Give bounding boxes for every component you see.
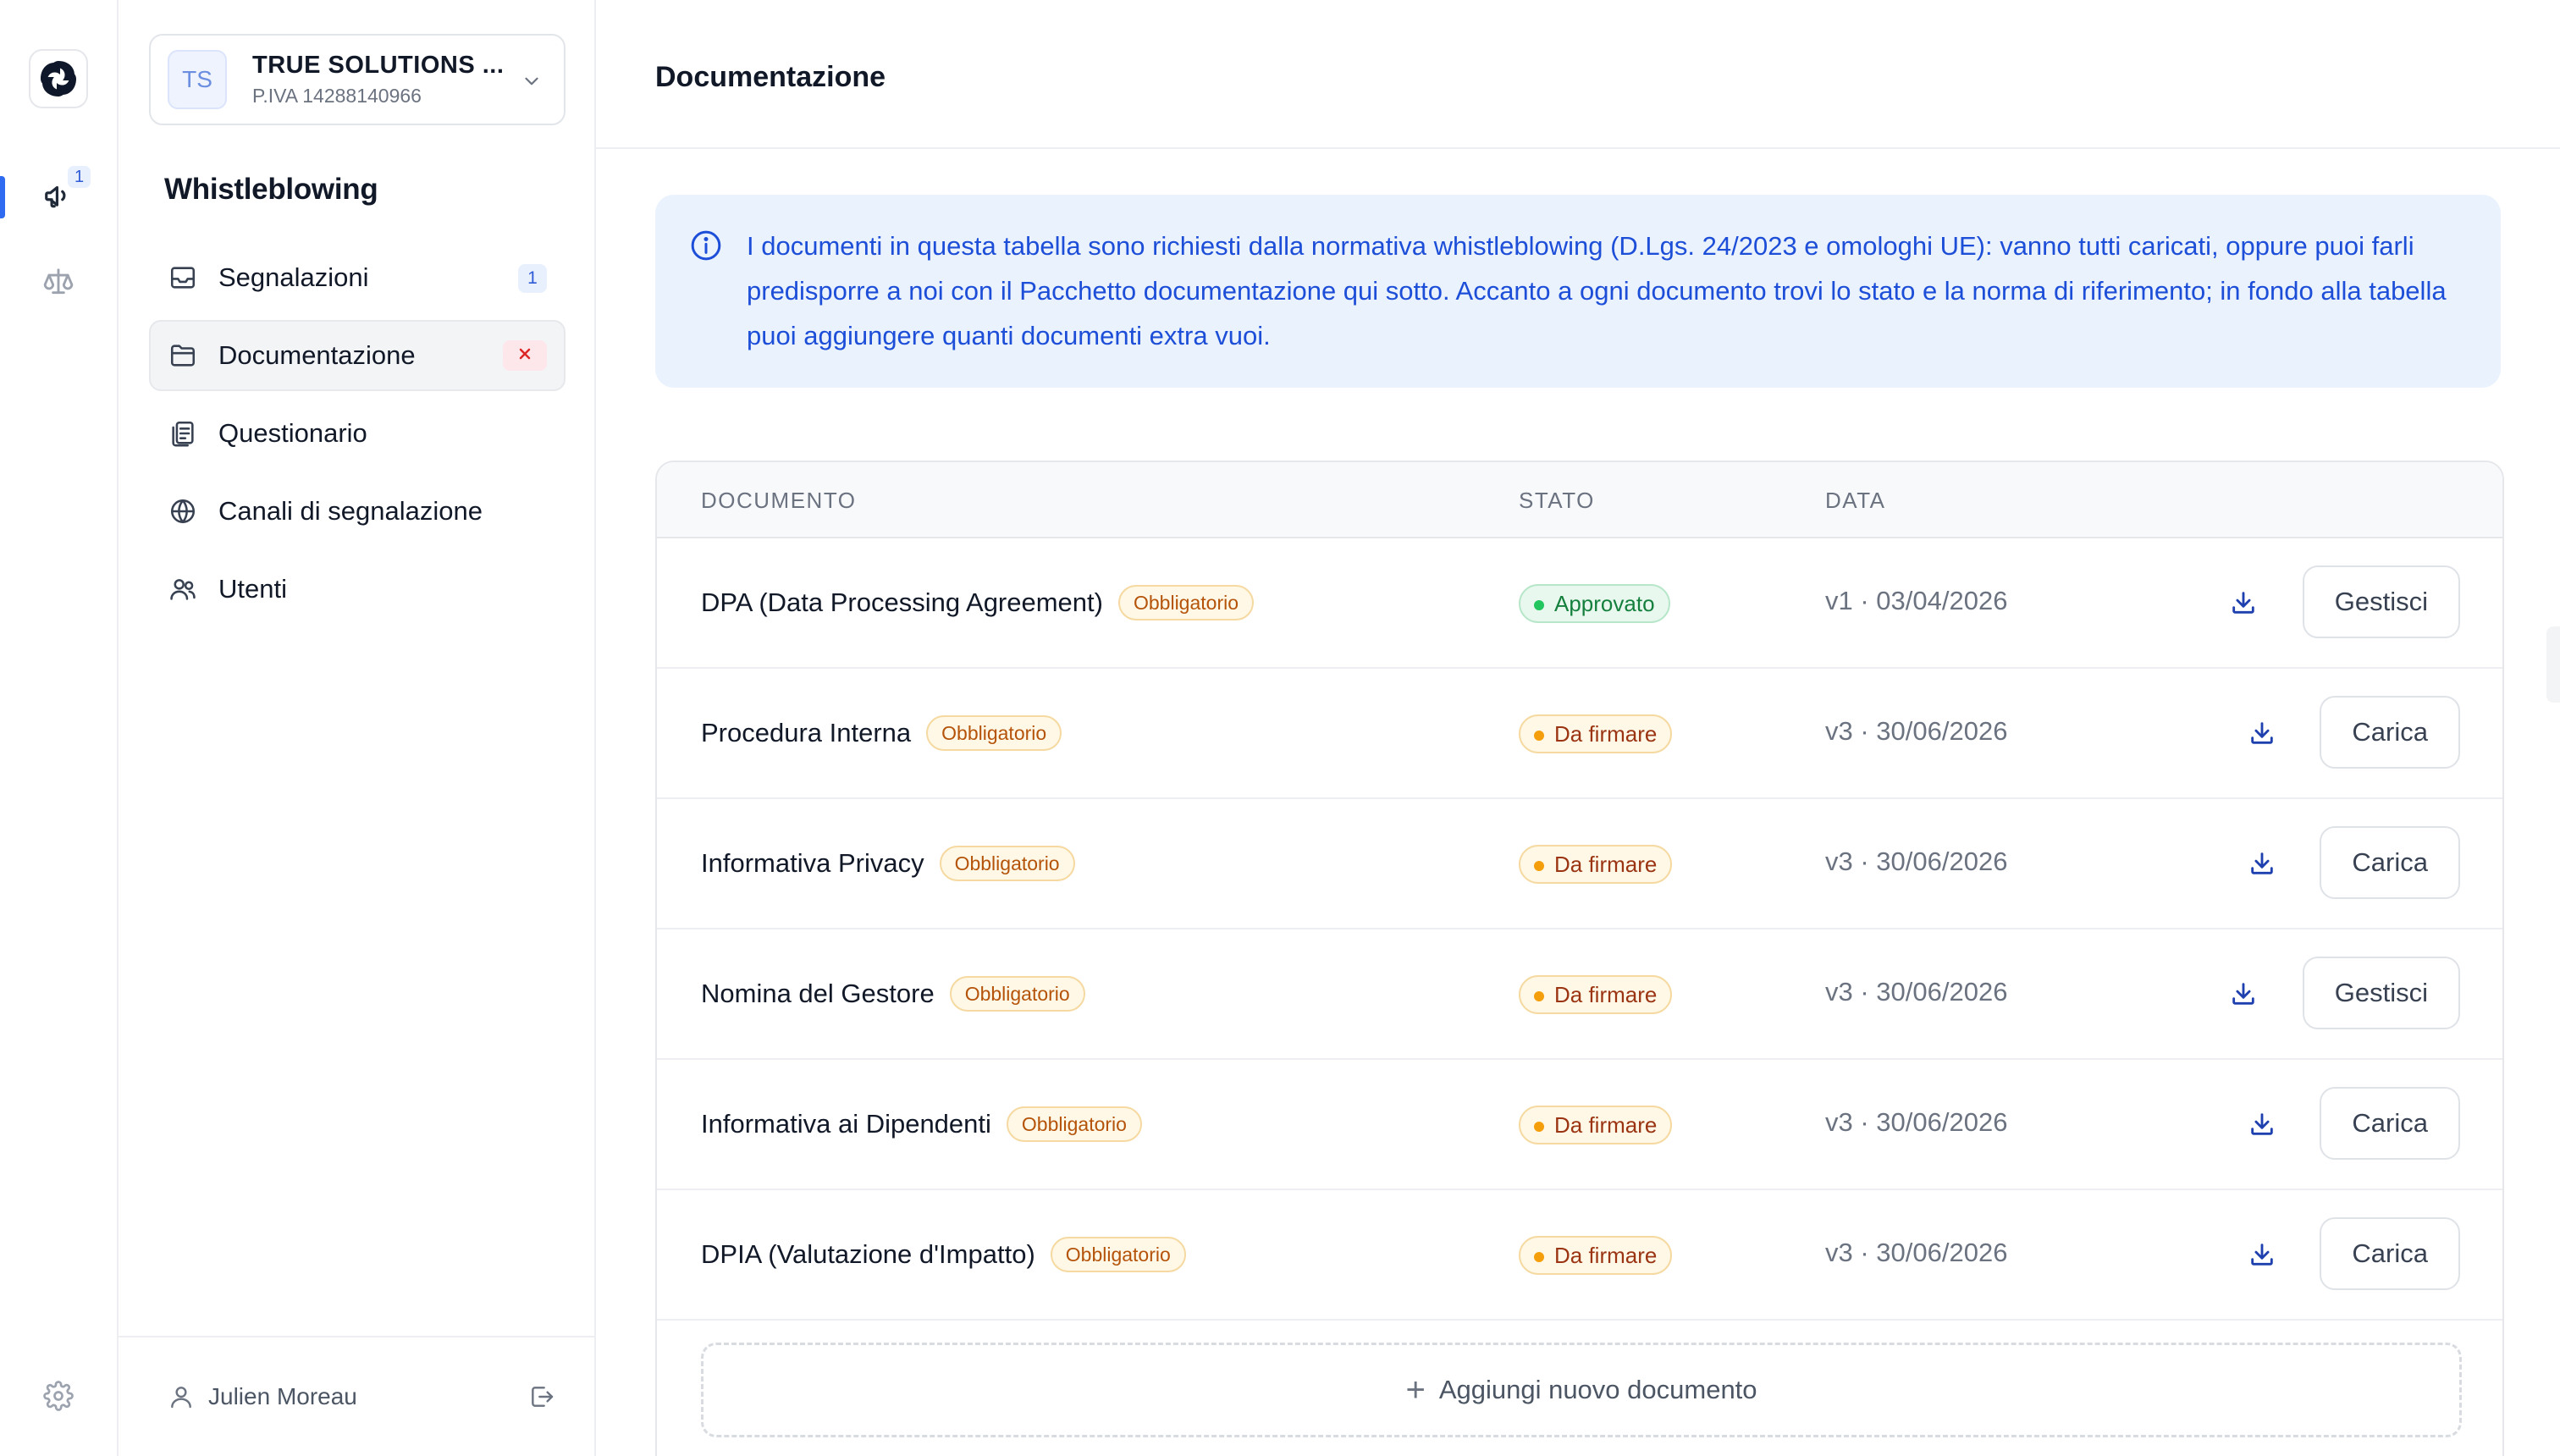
sidebar-item-label: Questionario	[218, 418, 367, 448]
sidebar-item-segnalazioni[interactable]: Segnalazioni 1	[149, 242, 566, 313]
info-text: I documenti in questa tabella sono richi…	[747, 231, 2447, 350]
notification-badge: 1	[66, 164, 93, 190]
icon-rail: 1	[0, 0, 119, 1456]
scrollbar[interactable]	[2546, 626, 2560, 703]
status-badge: Da firmare	[1519, 1106, 1673, 1144]
required-badge: Obbligatorio	[1117, 585, 1255, 620]
column-header-documento: DOCUMENTO	[701, 488, 857, 513]
user-name: Julien Moreau	[208, 1383, 357, 1409]
status-badge: Da firmare	[1519, 975, 1673, 1014]
users-icon	[168, 574, 198, 604]
table-row: Informativa ai Dipendenti Obbligatorio D…	[657, 1060, 2502, 1190]
page-title: Documentazione	[655, 61, 886, 93]
document-date: v3 · 30/06/2026	[1825, 1238, 2008, 1267]
clipboard-icon	[168, 418, 198, 449]
table-row: DPIA (Valutazione d'Impatto) Obbligatori…	[657, 1190, 2502, 1321]
upload-button[interactable]: Carica	[2320, 826, 2460, 899]
required-badge: Obbligatorio	[939, 846, 1075, 881]
column-header-data: DATA	[1825, 488, 1886, 513]
download-icon[interactable]	[2245, 1238, 2279, 1271]
scale-icon	[42, 266, 74, 302]
globe-icon	[168, 496, 198, 527]
download-icon[interactable]	[2245, 716, 2279, 750]
gear-icon[interactable]	[37, 1375, 80, 1417]
sidebar: TS TRUE SOLUTIONS ... P.IVA 14288140966 …	[119, 0, 596, 1456]
main-content: Documentazione I documenti in questa tab…	[596, 0, 2560, 1456]
download-icon[interactable]	[2245, 1107, 2279, 1141]
table-row: Informativa Privacy Obbligatorio Da firm…	[657, 799, 2502, 929]
add-document-label: Aggiungi nuovo documento	[1438, 1375, 1757, 1404]
upload-button[interactable]: Carica	[2320, 1217, 2460, 1290]
sidebar-item-documentazione[interactable]: Documentazione	[149, 320, 566, 391]
table-row: Procedura Interna Obbligatorio Da firmar…	[657, 669, 2502, 799]
document-name: Procedura Interna	[701, 718, 912, 747]
close-icon	[516, 345, 533, 367]
rail-item-whistleblowing[interactable]: 1	[0, 164, 93, 225]
document-name: Nomina del Gestore	[701, 979, 935, 1008]
sidebar-item-label: Canali di segnalazione	[218, 496, 483, 526]
document-name: Informativa Privacy	[701, 848, 924, 878]
documents-table: DOCUMENTO STATO DATA DPA (Data Processin…	[655, 461, 2504, 1456]
download-icon[interactable]	[2226, 977, 2260, 1011]
manage-button[interactable]: Gestisci	[2302, 957, 2460, 1029]
user-icon	[166, 1382, 196, 1412]
plus-icon: +	[1405, 1371, 1426, 1409]
sidebar-item-canali[interactable]: Canali di segnalazione	[149, 476, 566, 547]
count-badge: 1	[518, 264, 547, 293]
rail-item-compliance[interactable]	[30, 256, 86, 312]
organization-switcher[interactable]: TS TRUE SOLUTIONS ... P.IVA 14288140966	[149, 34, 566, 125]
required-badge: Obbligatorio	[1006, 1106, 1142, 1142]
status-badge: Da firmare	[1519, 845, 1673, 884]
org-name: TRUE SOLUTIONS ...	[252, 52, 505, 79]
sidebar-item-label: Segnalazioni	[218, 262, 369, 292]
sidebar-item-label: Documentazione	[218, 340, 416, 370]
document-date: v3 · 30/06/2026	[1825, 847, 2008, 876]
info-banner: I documenti in questa tabella sono richi…	[655, 195, 2501, 388]
status-badge: Approvato	[1519, 584, 1670, 623]
document-date: v3 · 30/06/2026	[1825, 1107, 2008, 1137]
chevron-down-icon	[518, 68, 545, 95]
required-badge: Obbligatorio	[1050, 1237, 1186, 1272]
document-name: DPIA (Valutazione d'Impatto)	[701, 1239, 1035, 1269]
user-footer: Julien Moreau	[119, 1336, 596, 1456]
org-avatar: TS	[168, 50, 227, 109]
required-badge: Obbligatorio	[926, 715, 1062, 751]
inbox-icon	[168, 262, 198, 293]
table-row: Nomina del Gestore Obbligatorio Da firma…	[657, 929, 2502, 1060]
document-name: DPA (Data Processing Agreement)	[701, 587, 1103, 617]
manage-button[interactable]: Gestisci	[2302, 565, 2460, 638]
status-badge: Da firmare	[1519, 714, 1673, 753]
document-date: v3 · 30/06/2026	[1825, 977, 2008, 1007]
sidebar-item-utenti[interactable]: Utenti	[149, 554, 566, 625]
sidebar-nav: Segnalazioni 1 Documentazione Questionar…	[149, 242, 566, 631]
required-badge: Obbligatorio	[949, 976, 1085, 1012]
folder-icon	[168, 340, 198, 371]
document-date: v1 · 03/04/2026	[1825, 586, 2008, 615]
error-badge	[503, 340, 547, 371]
upload-button[interactable]: Carica	[2320, 1087, 2460, 1160]
upload-button[interactable]: Carica	[2320, 696, 2460, 769]
download-icon[interactable]	[2226, 586, 2260, 620]
page-header: Documentazione	[596, 0, 2560, 149]
table-row: DPA (Data Processing Agreement) Obbligat…	[657, 538, 2502, 669]
document-name: Informativa ai Dipendenti	[701, 1109, 991, 1139]
org-vat-number: P.IVA 14288140966	[252, 85, 422, 107]
logo-icon[interactable]	[29, 49, 88, 108]
add-document-button[interactable]: + Aggiungi nuovo documento	[701, 1343, 2462, 1437]
sidebar-item-label: Utenti	[218, 574, 287, 604]
table-header: DOCUMENTO STATO DATA	[657, 462, 2502, 538]
document-date: v3 · 30/06/2026	[1825, 716, 2008, 746]
sidebar-item-questionario[interactable]: Questionario	[149, 398, 566, 469]
section-title: Whistleblowing	[164, 173, 378, 206]
download-icon[interactable]	[2245, 847, 2279, 880]
info-icon	[689, 229, 723, 262]
column-header-stato: STATO	[1519, 488, 1595, 513]
logout-icon[interactable]	[527, 1382, 557, 1412]
status-badge: Da firmare	[1519, 1236, 1673, 1275]
